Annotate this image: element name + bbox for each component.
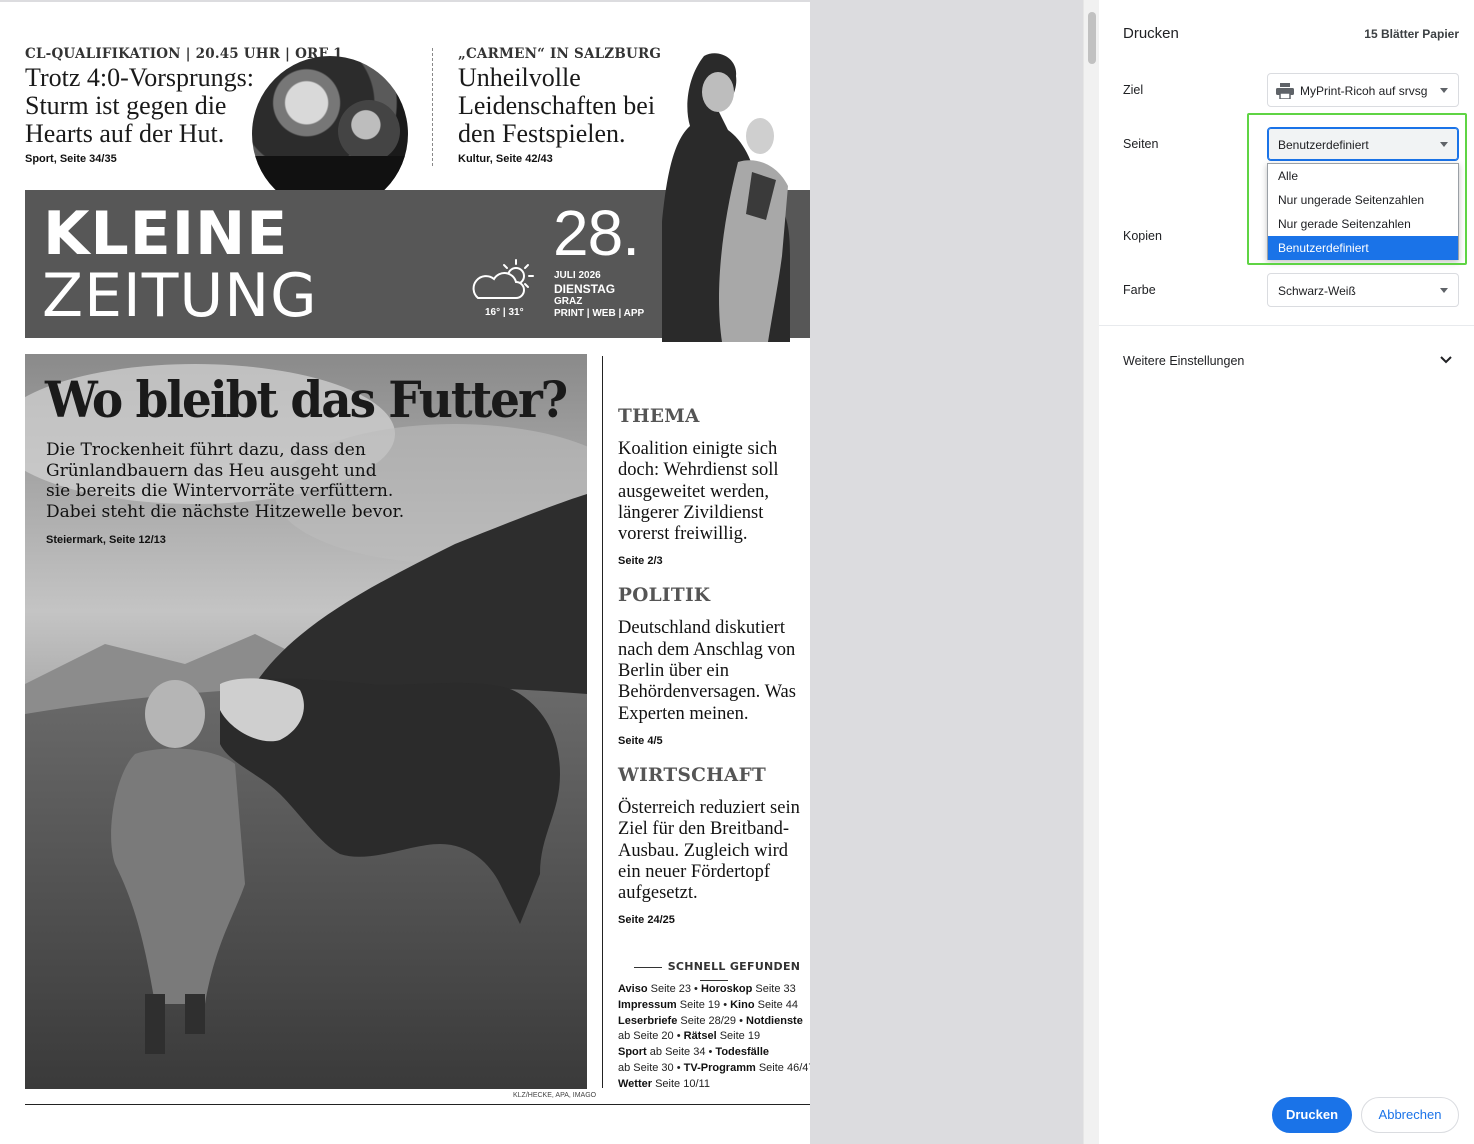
quick-find-page: ab Seite 30 [618, 1061, 674, 1074]
quick-find-name: Wetter [618, 1077, 653, 1090]
quick-find-name: Leserbriefe [618, 1014, 678, 1027]
brand-name-bottom: ZEITUNG [42, 261, 318, 331]
section-text: Deutschland diskutiert nach dem Anschlag… [618, 618, 796, 724]
teaser-culture-headline: Unheilvolle Leidenschaften bei den Fests… [458, 63, 656, 148]
quick-find-name: Rätsel [683, 1030, 717, 1043]
quick-find-page: Seite 46/47 [758, 1061, 810, 1074]
quick-find-list: Aviso Seite 23 • Horoskop Seite 33 Impre… [618, 982, 810, 1093]
teaser-sport: CL-QUALIFIKATION | 20.45 UHR | ORF 1 Tro… [25, 46, 343, 165]
sections-column: THEMA Koalition einigte sich doch: Wehrd… [618, 406, 810, 944]
weather-temperature: 16° | 31° [485, 307, 524, 318]
sport-photo [252, 56, 408, 212]
color-label: Farbe [1123, 283, 1156, 297]
chevron-down-icon[interactable] [1440, 356, 1452, 364]
dropdown-caret-icon [1440, 288, 1448, 293]
sheet-count: 15 Blätter Papier [1364, 27, 1459, 41]
section-title: THEMA [618, 406, 700, 427]
quick-find-name: Kino [730, 998, 755, 1011]
section-text: Koalition einigte sich doch: Wehrdienst … [618, 439, 779, 545]
teaser-sport-kicker: CL-QUALIFIKATION | 20.45 UHR | ORF 1 [25, 46, 343, 62]
quick-find-page: Seite 10/11 [655, 1077, 710, 1090]
quick-find-name: Sport [618, 1046, 647, 1059]
section-politik: POLITIK Deutschland diskutiert nach dem … [618, 585, 810, 746]
section-title: WIRTSCHAFT [618, 764, 767, 786]
photo-credit: KLZ/HECKE, APA, IMAGO [513, 1092, 597, 1099]
dropdown-caret-icon [1440, 88, 1448, 93]
quick-find-page: Seite 28/29 [680, 1014, 737, 1027]
cover-photo: Wo bleibt das Futter? Die Trockenheit fü… [25, 354, 587, 1089]
section-text: Österreich reduziert sein Ziel für den B… [618, 797, 800, 904]
quick-find-page: Seite 23 [650, 983, 691, 995]
teaser-culture: „CARMEN“ IN SALZBURG Unheilvolle Leidens… [458, 46, 688, 165]
issue-date-block: JULI 2026 DIENSTAG GRAZ PRINT | WEB | AP… [554, 270, 644, 320]
quick-find-name: TV-Programm [683, 1061, 756, 1074]
cancel-button[interactable]: Abbrechen [1361, 1097, 1459, 1133]
newspaper-page-preview: CL-QUALIFIKATION | 20.45 UHR | ORF 1 Tro… [0, 2, 810, 1144]
quick-find-page: Seite 19 [719, 1030, 761, 1043]
print-button[interactable]: Drucken [1272, 1097, 1352, 1133]
teaser-culture-ref: Kultur, Seite 42/43 [458, 153, 553, 165]
page-bottom-rule [25, 1104, 810, 1105]
cover-subheadline: Die Trockenheit führt dazu, dass den Grü… [46, 440, 405, 522]
teaser-sport-headline: Trotz 4:0-Vorsprungs: Sturm ist gegen di… [25, 63, 254, 148]
section-thema: THEMA Koalition einigte sich doch: Wehrd… [618, 406, 810, 567]
quick-find-name: Notdienste [746, 1014, 803, 1027]
quick-find-name: Horoskop [700, 983, 753, 995]
cover-headline: Wo bleibt das Futter? [45, 370, 568, 429]
scrollbar-thumb[interactable] [1088, 12, 1096, 64]
destination-value: MyPrint-Ricoh auf srvsg [1300, 84, 1428, 98]
issue-month: JULI 2026 [554, 270, 601, 281]
quick-find-name: Impressum [618, 998, 677, 1011]
section-wirtschaft: WIRTSCHAFT Österreich reduziert sein Zie… [618, 765, 810, 926]
section-page-ref: Seite 4/5 [618, 734, 663, 747]
highlight-annotation [1247, 113, 1467, 265]
more-settings-toggle[interactable]: Weitere Einstellungen [1123, 354, 1244, 368]
brand-name-top: KLEINE [43, 199, 289, 269]
issue-day: 28. [553, 197, 640, 269]
copies-label: Kopien [1123, 229, 1162, 243]
pages-label: Seiten [1123, 137, 1159, 151]
theatre-photo [662, 53, 790, 342]
printer-icon [1276, 83, 1294, 99]
quick-find-page: ab Seite 20 [618, 1030, 674, 1043]
quick-find-page: Seite 44 [757, 998, 798, 1011]
teaser-sport-ref: Sport, Seite 34/35 [25, 153, 117, 165]
destination-label: Ziel [1123, 83, 1144, 97]
cover-page-ref: Steiermark, Seite 12/13 [46, 534, 166, 546]
quick-find-page: Seite 19 [679, 998, 721, 1011]
print-preview-window: CL-QUALIFIKATION | 20.45 UHR | ORF 1 Tro… [0, 0, 1474, 1144]
print-preview-area: CL-QUALIFIKATION | 20.45 UHR | ORF 1 Tro… [0, 0, 1083, 1144]
print-settings-panel: Drucken 15 Blätter Papier Ziel MyPrint-R… [1099, 0, 1474, 1144]
panel-title: Drucken [1123, 25, 1179, 42]
column-divider [602, 356, 603, 1088]
teaser-divider [432, 48, 433, 166]
panel-divider [1099, 325, 1474, 326]
partly-sunny-icon [472, 259, 534, 299]
color-select[interactable]: Schwarz-Weiß [1267, 273, 1459, 307]
quick-find-page: Seite 33 [755, 983, 796, 995]
issue-city: GRAZ [554, 296, 583, 307]
quick-find-page: ab Seite 34 [649, 1046, 706, 1059]
teaser-culture-kicker: „CARMEN“ IN SALZBURG [458, 46, 662, 62]
section-title: POLITIK [618, 585, 711, 607]
section-page-ref: Seite 2/3 [618, 555, 663, 568]
issue-weekday: DIENSTAG [554, 282, 616, 296]
quick-find-name: Todesfälle [715, 1046, 770, 1059]
issue-channels: PRINT | WEB | APP [554, 308, 645, 319]
section-page-ref: Seite 24/25 [618, 914, 675, 927]
destination-select[interactable]: MyPrint-Ricoh auf srvsg [1267, 73, 1459, 107]
quick-find-name: Aviso [618, 983, 648, 995]
color-value: Schwarz-Weiß [1278, 284, 1356, 298]
preview-scrollbar[interactable] [1083, 0, 1099, 1144]
